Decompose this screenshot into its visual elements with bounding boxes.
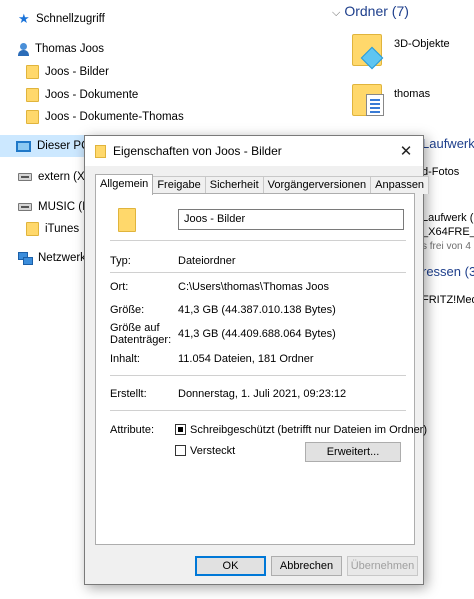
nav-item-label: Dieser PC [37, 140, 90, 152]
readonly-label: Schreibgeschützt (betrifft nur Dateien i… [190, 424, 428, 436]
network-icon [18, 252, 33, 265]
nav-item-joos-dokumente[interactable]: Joos - Dokumente [26, 85, 138, 105]
type-label: Typ: [110, 255, 131, 267]
dialog-title: Eigenschaften von Joos - Bilder [113, 144, 282, 158]
nav-item-label: Joos - Dokumente [45, 89, 139, 101]
nav-item-label: Schnellzugriff [36, 13, 105, 25]
tab-freigabe[interactable]: Freigabe [152, 176, 206, 194]
folder-name-field[interactable]: Joos - Bilder [178, 209, 404, 230]
type-value: Dateiordner [178, 255, 236, 267]
tab-allgemein[interactable]: Allgemein [95, 174, 154, 195]
advanced-button[interactable]: Erweitert... [305, 442, 401, 462]
group-header-partial: Laufwerk [422, 136, 474, 151]
size-on-disk-label-line2: Datenträger: [110, 334, 172, 346]
nav-item-label: Netzwerk [38, 252, 86, 264]
nav-item-label: iTunes [45, 223, 80, 235]
folder-icon [26, 65, 39, 79]
group-header-partial: ressen (3 [422, 264, 474, 279]
star-icon: ★ [18, 11, 30, 26]
document-icon [366, 94, 384, 116]
close-icon: ✕ [399, 143, 413, 160]
dialog-titlebar[interactable]: Eigenschaften von Joos - Bilder ✕ [85, 136, 423, 166]
location-label: Ort: [110, 281, 129, 293]
nav-item-itunes[interactable]: iTunes [26, 219, 79, 239]
readonly-checkbox[interactable] [175, 424, 186, 435]
tab-bar: Allgemein Freigabe Sicherheit Vorgängerv… [95, 174, 430, 195]
apply-button[interactable]: Übernehmen [347, 556, 418, 576]
tab-vorgaengerversionen[interactable]: Vorgängerversionen [262, 176, 372, 194]
item-label-partial: Laufwerk (I [422, 212, 474, 224]
separator [110, 410, 406, 411]
separator [110, 375, 406, 376]
contents-label: Inhalt: [110, 353, 140, 365]
item-label: thomas [394, 88, 431, 100]
contents-value: 11.054 Dateien, 181 Ordner [178, 353, 314, 365]
group-header-folders[interactable]: ⌵ Ordner (7) [332, 3, 409, 20]
nav-item-label: Thomas Joos [35, 43, 105, 55]
nav-item-extern[interactable]: extern (X: [18, 167, 88, 187]
properties-dialog: Eigenschaften von Joos - Bilder ✕ Allgem… [84, 135, 430, 585]
hidden-checkbox[interactable] [175, 445, 186, 456]
location-value: C:\Users\thomas\Thomas Joos [178, 281, 329, 293]
folder-icon [26, 110, 39, 124]
computer-icon [16, 140, 31, 152]
nav-item-thomas-joos[interactable]: Thomas Joos [18, 39, 104, 59]
close-button[interactable]: ✕ [389, 136, 423, 166]
separator [110, 240, 406, 241]
size-on-disk-value: 41,3 GB (44.409.688.064 Bytes) [178, 328, 336, 340]
folder-icon [118, 208, 136, 232]
item-label-partial: _X64FRE_D [422, 226, 474, 238]
chevron-down-icon: ⌵ [332, 7, 341, 19]
attributes-label: Attribute: [110, 424, 155, 436]
folder-icon [95, 145, 106, 158]
drive-icon [18, 173, 32, 181]
folder-icon [26, 88, 39, 102]
drive-icon [18, 203, 32, 211]
nav-item-label: Joos - Bilder [45, 66, 109, 78]
nav-item-network[interactable]: Netzwerk [18, 248, 86, 268]
created-value: Donnerstag, 1. Juli 2021, 09:23:12 [178, 388, 347, 400]
tab-panel-general: Joos - Bilder Typ: Dateiordner Ort: C:\U… [95, 193, 427, 545]
folder-icon [26, 222, 39, 236]
hidden-label: Versteckt [190, 445, 236, 457]
free-space-partial: s frei von 4 [422, 241, 471, 252]
tab-anpassen[interactable]: Anpassen [370, 176, 430, 194]
created-label: Erstellt: [110, 388, 147, 400]
size-value: 41,3 GB (44.387.010.138 Bytes) [178, 304, 336, 316]
separator [110, 272, 406, 273]
cancel-button[interactable]: Abbrechen [271, 556, 342, 576]
nav-item-joos-bilder[interactable]: Joos - Bilder [26, 62, 109, 82]
nav-item-this-pc[interactable]: Dieser PC [16, 136, 89, 156]
size-on-disk-label-line1: Größe auf [110, 322, 160, 334]
item-label-partial: FRITZ!Medi [422, 294, 474, 306]
user-folder-icon [18, 42, 29, 56]
nav-item-joos-dokumente-thomas[interactable]: Joos - Dokumente-Thomas [26, 107, 184, 127]
nav-item-label: extern (X: [38, 171, 88, 183]
size-label: Größe: [110, 304, 145, 316]
item-label: 3D-Objekte [394, 38, 450, 50]
ok-button[interactable]: OK [195, 556, 266, 576]
nav-item-quick-access[interactable]: ★ Schnellzugriff [18, 9, 105, 29]
nav-item-music[interactable]: MUSIC (I:) [18, 197, 92, 217]
nav-item-label: Joos - Dokumente-Thomas [45, 111, 184, 123]
tab-sicherheit[interactable]: Sicherheit [204, 176, 264, 194]
